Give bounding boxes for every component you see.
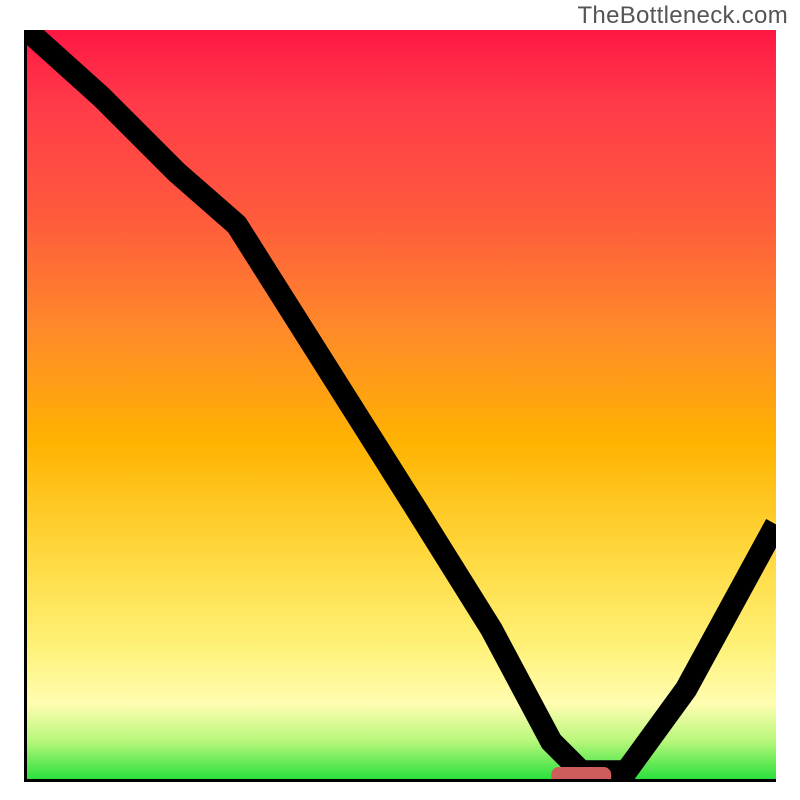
optimal-marker: [551, 767, 611, 779]
branding-label: TheBottleneck.com: [577, 2, 788, 30]
plot-area: [24, 30, 776, 782]
chart-svg: [27, 30, 776, 779]
bottleneck-curve: [27, 30, 776, 772]
chart-frame: TheBottleneck.com: [0, 0, 800, 800]
